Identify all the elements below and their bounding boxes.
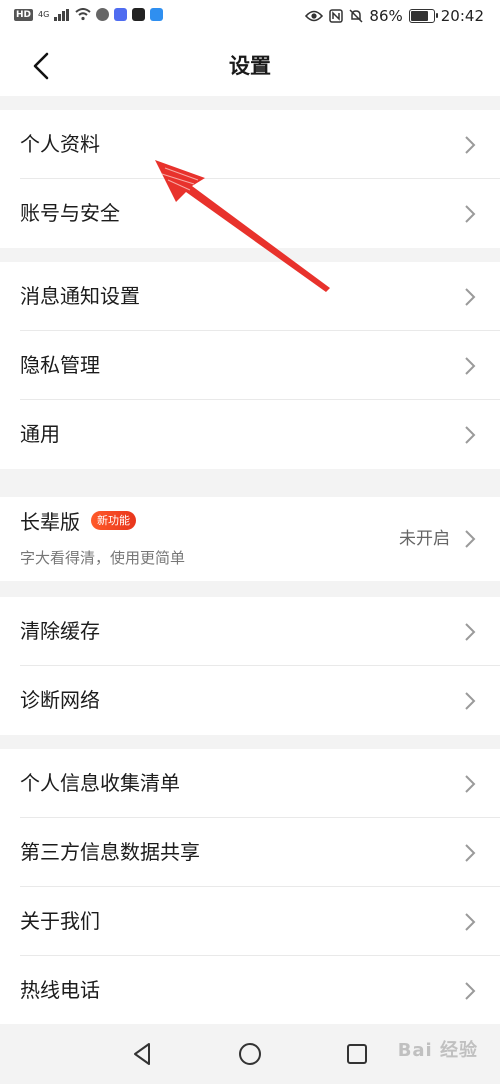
menu-item-label: 关于我们 [20, 909, 100, 933]
menu-item-label: 账号与安全 [20, 201, 120, 225]
status-bar: HD 4G 86% 20:42 [0, 0, 500, 36]
settings-group-info: 个人信息收集清单 第三方信息数据共享 关于我们 热线电话 [0, 749, 500, 1025]
menu-item-label: 消息通知设置 [20, 284, 140, 308]
menu-item-label: 第三方信息数据共享 [20, 840, 200, 864]
nfc-icon [329, 9, 344, 23]
nav-home-icon[interactable] [236, 1040, 264, 1068]
menu-item-privacy[interactable]: 隐私管理 [0, 331, 500, 400]
battery-fill [410, 11, 428, 21]
app-icon-bookmark [132, 8, 146, 21]
menu-item-clear-cache[interactable]: 清除缓存 [0, 597, 500, 666]
mute-bell-icon [349, 9, 363, 23]
elder-mode-status: 未开启 [399, 529, 450, 549]
menu-item-third-party-sharing[interactable]: 第三方信息数据共享 [0, 818, 500, 887]
nav-recents-icon[interactable] [343, 1040, 371, 1068]
eye-icon [305, 10, 324, 22]
app-header: 设置 [0, 36, 500, 96]
menu-item-general[interactable]: 通用 [0, 400, 500, 469]
menu-item-label: 诊断网络 [20, 688, 100, 712]
hd-badge: HD [14, 8, 34, 21]
settings-group-maintenance: 清除缓存 诊断网络 [0, 597, 500, 735]
clock: 20:42 [440, 7, 484, 25]
menu-item-label: 隐私管理 [20, 353, 100, 377]
network-gen: 4G [38, 9, 50, 19]
menu-item-about-us[interactable]: 关于我们 [0, 887, 500, 956]
chevron-right-icon [465, 530, 476, 548]
chevron-right-icon [465, 426, 476, 444]
chevron-right-icon [465, 205, 476, 223]
app-icon-music [114, 8, 128, 21]
status-right: 86% 20:42 [305, 7, 484, 25]
settings-group-elder: 长辈版 新功能 字大看得清，使用更简单 未开启 [0, 497, 500, 581]
watermark-logo: Bai 经验 [397, 1040, 478, 1061]
app-icon-cloud [150, 8, 164, 21]
menu-item-notifications[interactable]: 消息通知设置 [0, 262, 500, 331]
chevron-right-icon [465, 288, 476, 306]
nav-back-icon[interactable] [129, 1040, 157, 1068]
chevron-right-icon [465, 775, 476, 793]
signal-icon [54, 8, 70, 21]
menu-item-personal-info-list[interactable]: 个人信息收集清单 [0, 749, 500, 818]
menu-item-label: 个人信息收集清单 [20, 771, 180, 795]
chevron-right-icon [465, 136, 476, 154]
menu-item-account-security[interactable]: 账号与安全 [0, 179, 500, 248]
menu-item-hotline[interactable]: 热线电话 [0, 956, 500, 1025]
chevron-right-icon [465, 692, 476, 710]
chevron-right-icon [465, 623, 476, 641]
menu-item-label: 个人资料 [20, 132, 100, 156]
menu-item-label: 通用 [20, 422, 60, 446]
chevron-right-icon [465, 982, 476, 1000]
settings-group-general: 消息通知设置 隐私管理 通用 [0, 262, 500, 469]
app-icon-globe [96, 8, 110, 21]
menu-item-label: 清除缓存 [20, 619, 100, 643]
menu-item-subtitle: 字大看得清，使用更简单 [20, 549, 186, 567]
battery-icon [408, 9, 438, 23]
menu-item-profile[interactable]: 个人资料 [0, 110, 500, 179]
chevron-right-icon [465, 844, 476, 862]
status-left: HD 4G [14, 8, 164, 21]
menu-item-label: 热线电话 [20, 978, 100, 1002]
page-title: 设置 [229, 54, 271, 78]
menu-item-label: 长辈版 [20, 510, 80, 534]
system-nav-bar: Bai 经验 [0, 1024, 500, 1084]
new-feature-badge: 新功能 [91, 511, 136, 530]
wifi-icon [75, 8, 91, 21]
chevron-right-icon [465, 913, 476, 931]
settings-group-profile: 个人资料 账号与安全 [0, 110, 500, 248]
chevron-right-icon [465, 357, 476, 375]
battery-percent: 86% [369, 7, 403, 25]
menu-item-network-diagnosis[interactable]: 诊断网络 [0, 666, 500, 735]
menu-item-elder-mode[interactable]: 长辈版 新功能 字大看得清，使用更简单 未开启 [0, 497, 500, 581]
